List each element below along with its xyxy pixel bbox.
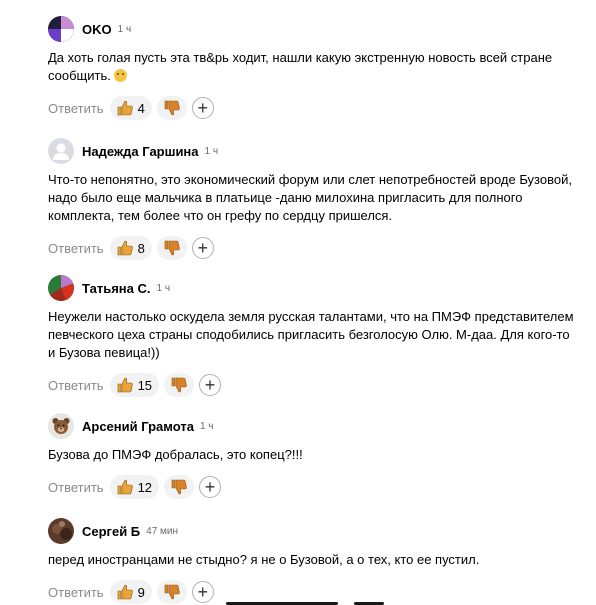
comment-time: 1 ч [156,282,171,294]
like-button[interactable]: 4 [109,96,152,120]
like-count: 9 [137,584,145,600]
comment-text: Бузова до ПМЭФ добралась, это копец?!!! [48,447,303,462]
comment-text: перед иностранцами не стыдно? я не о Буз… [48,552,480,567]
thumbs-down-icon [164,100,180,116]
add-reaction-button[interactable]: + [199,374,222,396]
thumbs-down-icon [164,584,180,600]
dislike-button[interactable] [164,373,195,397]
comment-item: Арсений Грамота 1 ч Бузова до ПМЭФ добра… [48,413,578,500]
avatar[interactable] [48,413,74,439]
like-count: 12 [137,479,153,495]
comment-time: 1 ч [204,145,219,157]
like-count: 15 [137,377,153,393]
thumbs-up-icon [117,584,133,600]
author-name[interactable]: OKO [82,22,112,37]
plus-icon: + [204,375,216,395]
like-count: 4 [137,100,145,116]
like-button[interactable]: 15 [109,373,160,397]
plus-icon: + [204,477,216,497]
dislike-button[interactable] [156,96,187,120]
author-name[interactable]: Сергей Б [82,524,140,539]
add-reaction-button[interactable]: + [191,237,214,259]
author-name[interactable]: Татьяна С. [82,281,151,296]
like-count: 8 [137,240,145,256]
plus-icon: + [197,238,209,258]
comment-item: Надежда Гаршина 1 ч Что-то непонятно, эт… [48,138,578,261]
avatar[interactable] [48,518,74,544]
add-reaction-button[interactable]: + [191,581,214,603]
like-button[interactable]: 9 [109,580,152,604]
comment-time: 1 ч [199,420,214,432]
avatar[interactable] [48,275,74,301]
avatar[interactable] [48,16,74,42]
reply-button[interactable]: Ответить [48,101,104,116]
comment-item: Татьяна С. 1 ч Неужели настолько оскудел… [48,275,578,398]
thumbs-down-icon [171,479,187,495]
add-reaction-button[interactable]: + [191,97,214,119]
avatar[interactable] [48,138,74,164]
comment-item: OKO 1 ч Да хоть голая пусть эта тв&рь хо… [48,16,578,121]
comment-time: 47 мин [146,525,179,537]
thumbs-up-icon [117,479,133,495]
thumbs-up-icon [117,100,133,116]
smiley-emoji-icon [114,69,128,82]
dislike-button[interactable] [156,580,187,604]
like-button[interactable]: 12 [109,475,160,499]
thumbs-down-icon [171,377,187,393]
dislike-button[interactable] [156,236,187,260]
comment-text: Да хоть голая пусть эта тв&рь ходит, наш… [48,50,553,83]
comment-item: Сергей Б 47 мин перед иностранцами не ст… [48,518,578,605]
comment-time: 1 ч [117,23,132,35]
comment-text: Что-то непонятно, это экономический фору… [48,172,572,223]
thumbs-up-icon [117,377,133,393]
author-name[interactable]: Арсений Грамота [82,419,194,434]
reply-button[interactable]: Ответить [48,378,104,393]
add-reaction-button[interactable]: + [199,476,222,498]
like-button[interactable]: 8 [109,236,152,260]
reply-button[interactable]: Ответить [48,585,104,600]
thumbs-down-icon [164,240,180,256]
dislike-button[interactable] [164,475,195,499]
plus-icon: + [197,98,209,118]
comment-text: Неужели настолько оскудела земля русская… [48,309,574,360]
reply-button[interactable]: Ответить [48,241,104,256]
plus-icon: + [197,582,209,602]
thumbs-up-icon [117,240,133,256]
author-name[interactable]: Надежда Гаршина [82,144,199,159]
reply-button[interactable]: Ответить [48,480,104,495]
